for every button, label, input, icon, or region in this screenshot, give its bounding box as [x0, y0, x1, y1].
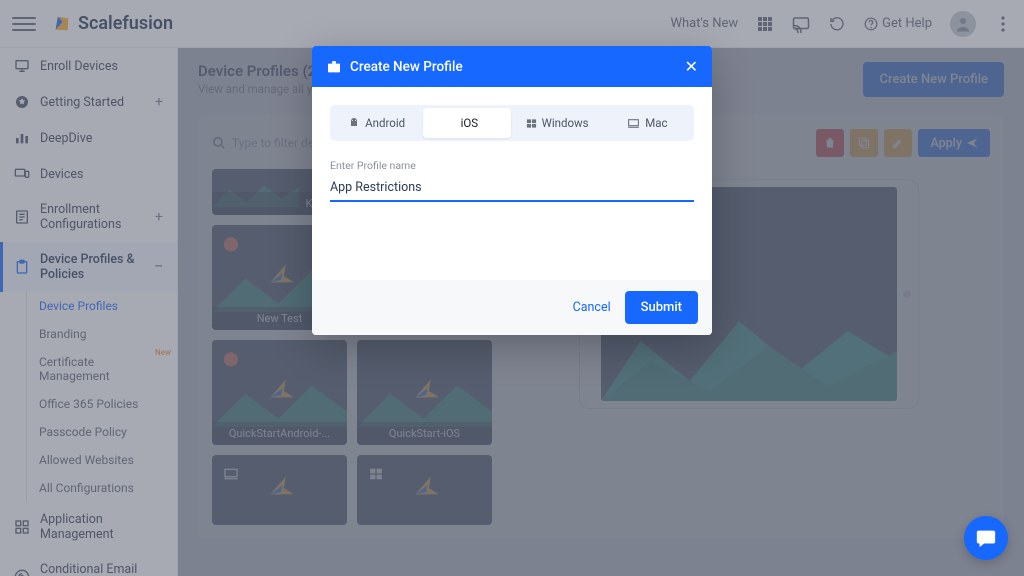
apps-grid-icon[interactable]: [756, 15, 774, 33]
plus-icon[interactable]: +: [155, 94, 163, 110]
devices-icon: [14, 166, 30, 182]
subnav-passcode[interactable]: Passcode Policy: [27, 418, 177, 446]
subnav-branding[interactable]: Branding: [27, 320, 177, 348]
sidebar-item-enrollment-config[interactable]: Enrollment Configurations +: [0, 192, 177, 242]
kebab-menu-icon[interactable]: [994, 15, 1012, 33]
account-avatar-icon[interactable]: [950, 11, 976, 37]
laptop-icon: [627, 117, 640, 130]
sidebar-item-label: DeepDive: [40, 131, 92, 146]
modal-header: Create New Profile ✕: [312, 46, 712, 87]
sidebar-item-label: Getting Started: [40, 95, 124, 110]
cast-icon[interactable]: [792, 15, 810, 33]
profile-name-input[interactable]: [330, 176, 694, 202]
device-icon: [14, 58, 30, 74]
chart-icon: [14, 130, 30, 146]
chat-icon: [975, 527, 997, 549]
enroll-icon: [14, 209, 30, 225]
tab-android[interactable]: Android: [333, 108, 420, 138]
refresh-icon[interactable]: [828, 15, 846, 33]
topbar: Scalefusion What's New Get Help: [0, 0, 1024, 48]
sidebar-item-enroll-devices[interactable]: Enroll Devices: [0, 48, 177, 84]
create-profile-modal: Create New Profile ✕ Android iOS Windows…: [312, 46, 712, 335]
plus-icon[interactable]: +: [155, 209, 163, 225]
brand-logo-icon: [48, 10, 75, 37]
sidebar-item-label: Devices: [40, 167, 83, 182]
star-icon: [14, 94, 30, 110]
android-icon: [348, 117, 360, 129]
tab-windows[interactable]: Windows: [514, 108, 601, 138]
subnav-all-config[interactable]: All Configurations: [27, 474, 177, 502]
email-icon: [14, 569, 30, 576]
sidebar-item-devices[interactable]: Devices: [0, 156, 177, 192]
tab-ios[interactable]: iOS: [423, 108, 510, 138]
brand-name: Scalefusion: [78, 13, 173, 34]
new-badge: New: [155, 348, 171, 357]
subnav-allowed-websites[interactable]: Allowed Websites: [27, 446, 177, 474]
hamburger-menu-icon[interactable]: [12, 12, 36, 36]
sidebar-item-label: Device Profiles & Policies: [40, 252, 144, 282]
submit-button[interactable]: Submit: [625, 291, 698, 324]
subnav-certificate-management[interactable]: Certificate ManagementNew: [27, 348, 177, 390]
subnav-office365[interactable]: Office 365 Policies: [27, 390, 177, 418]
cancel-button[interactable]: Cancel: [573, 300, 611, 315]
sidebar-item-label: Conditional Email Access: [40, 562, 163, 576]
brand: Scalefusion: [52, 13, 173, 34]
chat-widget-button[interactable]: [964, 516, 1008, 560]
clipboard-icon: [14, 259, 30, 275]
sidebar-item-app-management[interactable]: Application Management: [0, 502, 177, 552]
sidebar: Enroll Devices Getting Started + DeepDiv…: [0, 48, 178, 576]
get-help-link[interactable]: Get Help: [864, 16, 932, 31]
tab-mac[interactable]: Mac: [604, 108, 691, 138]
sidebar-item-conditional-email[interactable]: Conditional Email Access: [0, 552, 177, 576]
sidebar-item-label: Application Management: [40, 512, 163, 542]
platform-tabs: Android iOS Windows Mac: [330, 105, 694, 141]
sidebar-item-getting-started[interactable]: Getting Started +: [0, 84, 177, 120]
sidebar-item-label: Enrollment Configurations: [40, 202, 145, 232]
sidebar-item-deepdive[interactable]: DeepDive: [0, 120, 177, 156]
subnav-device-profiles[interactable]: Device Profiles: [27, 292, 177, 320]
windows-icon: [526, 118, 537, 129]
profile-name-label: Enter Profile name: [330, 159, 694, 172]
sidebar-item-label: Enroll Devices: [40, 59, 118, 74]
whats-new-link[interactable]: What's New: [670, 16, 738, 31]
grid-icon: [14, 519, 30, 535]
close-icon[interactable]: ✕: [685, 57, 698, 76]
collapse-icon[interactable]: –: [154, 259, 163, 275]
help-icon: [864, 17, 878, 31]
sidebar-subnav: Device Profiles Branding Certificate Man…: [26, 292, 177, 502]
briefcase-icon: [326, 59, 342, 75]
modal-title: Create New Profile: [350, 59, 463, 75]
sidebar-item-profiles-policies[interactable]: Device Profiles & Policies –: [0, 242, 177, 292]
